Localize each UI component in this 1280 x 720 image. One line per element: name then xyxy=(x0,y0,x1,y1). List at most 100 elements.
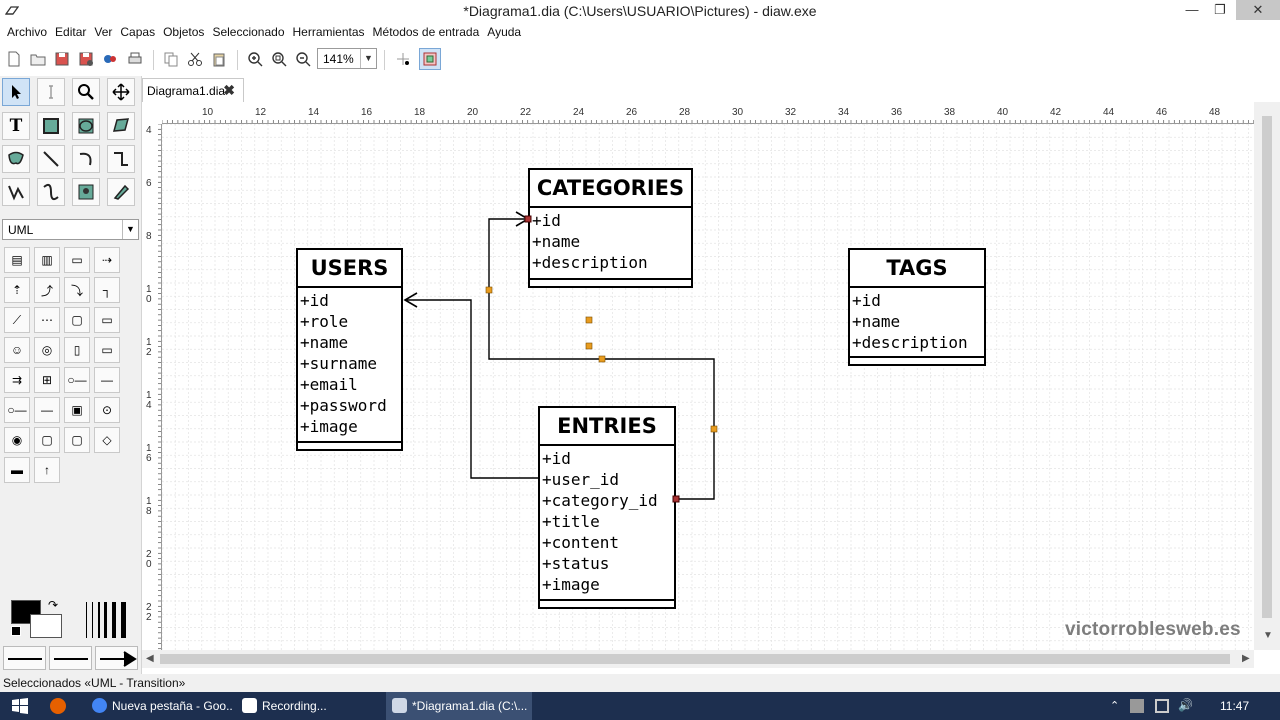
actor-icon[interactable]: ☺ xyxy=(4,337,30,363)
scroll-left-icon[interactable]: ◀ xyxy=(146,653,154,664)
classicon-icon[interactable]: ▣ xyxy=(64,397,90,423)
usecase-icon[interactable]: ◎ xyxy=(34,337,60,363)
box-icon[interactable] xyxy=(37,112,65,140)
note-icon[interactable]: ▭ xyxy=(64,247,90,273)
large-package-icon[interactable]: ▢ xyxy=(64,307,90,333)
implements-icon[interactable]: ┐ xyxy=(94,277,120,303)
network-icon[interactable] xyxy=(1155,699,1169,713)
component-feature-icon[interactable]: ○— xyxy=(4,397,30,423)
component-icon[interactable]: ⊞ xyxy=(34,367,60,393)
object-icon[interactable]: ▭ xyxy=(94,337,120,363)
polyline-icon[interactable] xyxy=(2,178,30,206)
bezier-line-icon[interactable] xyxy=(37,178,65,206)
menu-editar[interactable]: Editar xyxy=(51,23,90,39)
chevron-down-icon[interactable]: ▼ xyxy=(122,220,138,239)
menu-objetos[interactable]: Objetos xyxy=(159,23,208,39)
branch-icon[interactable]: ◇ xyxy=(94,427,120,453)
interface-icon[interactable]: — xyxy=(94,367,120,393)
beziergon-icon[interactable] xyxy=(2,145,30,173)
background-color-swatch[interactable] xyxy=(30,614,62,638)
scroll-icon[interactable] xyxy=(107,78,135,106)
zoom-best-fit-icon[interactable] xyxy=(268,48,290,70)
save-as-icon[interactable] xyxy=(75,48,97,70)
new-file-icon[interactable] xyxy=(3,48,25,70)
zoom-out-icon[interactable] xyxy=(292,48,314,70)
paste-icon[interactable] xyxy=(208,48,230,70)
tray-app-icon[interactable] xyxy=(1130,699,1144,713)
constraint-icon[interactable]: ⟋ xyxy=(4,307,30,333)
uml-class-categories[interactable]: CATEGORIES +id +name +description xyxy=(528,168,693,288)
arc-icon[interactable] xyxy=(72,145,100,173)
image-icon[interactable] xyxy=(72,178,100,206)
pointer-icon[interactable] xyxy=(2,78,30,106)
tab-diagrama1[interactable]: Diagrama1.dia ✖ xyxy=(142,78,244,102)
horizontal-scrollbar[interactable]: ◀ ▶ xyxy=(142,650,1254,668)
copy-icon[interactable] xyxy=(160,48,182,70)
uml-class-tags[interactable]: TAGS +id +name +description xyxy=(848,248,986,366)
swap-colors-icon[interactable]: ↷ xyxy=(48,598,58,612)
realizes-icon[interactable]: ⇡ xyxy=(4,277,30,303)
lifeline-icon[interactable]: ▯ xyxy=(64,337,90,363)
volume-icon[interactable]: 🔊 xyxy=(1178,698,1193,712)
start-button[interactable] xyxy=(0,692,40,720)
line-width-selector[interactable] xyxy=(86,602,126,638)
line-icon[interactable] xyxy=(37,145,65,173)
large-package-2-icon[interactable]: ▭ xyxy=(94,307,120,333)
zigzag-line-icon[interactable] xyxy=(107,145,135,173)
menu-herramientas[interactable]: Herramientas xyxy=(289,23,369,39)
scrollbar-thumb[interactable] xyxy=(1262,116,1272,618)
open-folder-icon[interactable] xyxy=(27,48,49,70)
task-recording[interactable]: Recording... xyxy=(236,692,382,720)
ellipse-icon[interactable] xyxy=(72,112,100,140)
vertical-scrollbar[interactable]: ▼ xyxy=(1254,102,1280,650)
export-icon[interactable] xyxy=(99,48,121,70)
snap-to-grid-icon[interactable] xyxy=(392,48,414,70)
line-dash-style[interactable] xyxy=(49,646,92,670)
transition-arrow-icon[interactable]: ↑ xyxy=(34,457,60,483)
minimize-button[interactable]: — xyxy=(1178,0,1206,20)
firefox-taskbar-icon[interactable] xyxy=(50,698,66,714)
menu-seleccionado[interactable]: Seleccionado xyxy=(208,23,288,39)
association-icon[interactable]: ⤵ xyxy=(64,277,90,303)
dependency-icon[interactable]: ⇢ xyxy=(94,247,120,273)
fork-icon[interactable]: — xyxy=(34,397,60,423)
text-edit-icon[interactable] xyxy=(37,78,65,106)
small-package-icon[interactable]: ⋯ xyxy=(34,307,60,333)
sheet-select[interactable]: UML ▼ xyxy=(2,219,139,240)
zoom-level-select[interactable]: 141% ▼ xyxy=(317,48,377,69)
class-icon[interactable]: ▤ xyxy=(4,247,30,273)
uml-class-users[interactable]: USERS +id +role +name +surname +email +p… xyxy=(296,248,403,451)
tray-chevron-icon[interactable]: ⌃ xyxy=(1110,699,1119,712)
zoom-in-icon[interactable] xyxy=(244,48,266,70)
magnify-icon[interactable] xyxy=(72,78,100,106)
node-icon[interactable]: ○— xyxy=(64,367,90,393)
initial-state-icon[interactable]: ◉ xyxy=(4,427,30,453)
diagram-canvas[interactable]: CATEGORIES +id +name +description USERS … xyxy=(162,124,1254,650)
outline-icon[interactable] xyxy=(107,178,135,206)
line-end-style[interactable] xyxy=(95,646,138,670)
save-icon[interactable] xyxy=(51,48,73,70)
state-icon[interactable]: ▢ xyxy=(34,427,60,453)
polygon-icon[interactable] xyxy=(107,112,135,140)
line-start-style[interactable] xyxy=(3,646,46,670)
menu-metodos-de-entrada[interactable]: Métodos de entrada xyxy=(369,23,484,39)
message-icon[interactable]: ⇉ xyxy=(4,367,30,393)
menu-ver[interactable]: Ver xyxy=(90,23,116,39)
generalization-icon[interactable]: ⤴ xyxy=(34,277,60,303)
scrollbar-thumb[interactable] xyxy=(160,654,1230,664)
realization-icon[interactable]: ⊙ xyxy=(94,397,120,423)
transition-line-icon[interactable]: ▬ xyxy=(4,457,30,483)
template-class-icon[interactable]: ▥ xyxy=(34,247,60,273)
activity-icon[interactable]: ▢ xyxy=(64,427,90,453)
menu-ayuda[interactable]: Ayuda xyxy=(483,23,525,39)
scroll-down-icon[interactable]: ▼ xyxy=(1263,630,1273,641)
restore-button[interactable]: ❐ xyxy=(1206,0,1234,20)
menu-capas[interactable]: Capas xyxy=(116,23,159,39)
chevron-down-icon[interactable]: ▼ xyxy=(360,49,376,68)
reset-colors-icon[interactable] xyxy=(11,626,21,636)
uml-class-entries[interactable]: ENTRIES +id +user_id +category_id +title… xyxy=(538,406,676,609)
close-window-button[interactable]: ✕ xyxy=(1236,0,1280,20)
snap-to-objects-icon[interactable] xyxy=(419,48,441,70)
print-icon[interactable] xyxy=(124,48,146,70)
text-icon[interactable]: T xyxy=(2,112,30,140)
